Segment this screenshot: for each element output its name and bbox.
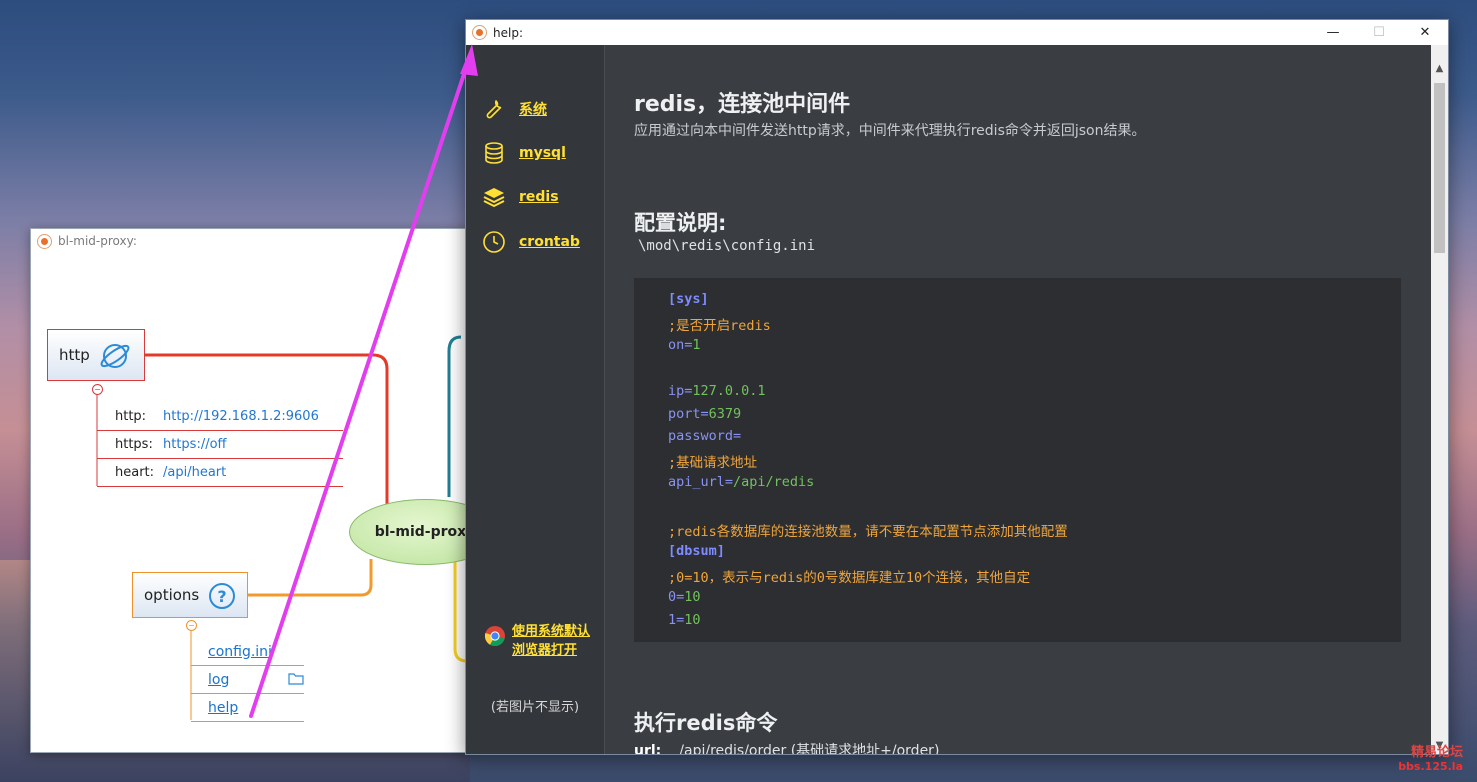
mindmap-window[interactable]: bl-mid-proxy: http − http: http://192.16… <box>30 228 472 753</box>
help-circle-icon: ? <box>209 583 235 609</box>
code-key: 0= <box>668 588 685 605</box>
http-node-label: http <box>59 346 90 364</box>
http-row-value: http://192.168.1.2:9606 <box>163 408 319 424</box>
scroll-up-arrow[interactable]: ▲ <box>1431 60 1448 77</box>
options-node[interactable]: options ? <box>132 572 248 618</box>
layers-icon <box>483 188 505 208</box>
url-label: url: <box>634 743 662 754</box>
app-icon <box>472 25 487 40</box>
code-line-comment: ;0=10，表示与redis的0号数据库建立10个连接，其他自定 <box>668 569 1031 586</box>
code-line-kv: password= <box>668 428 741 444</box>
http-row-key: http: <box>115 408 147 424</box>
watermark-line1: 精易论坛 <box>1410 745 1463 760</box>
svg-text:?: ? <box>217 587 226 606</box>
code-line-kv: api_url=/api/redis <box>668 474 814 490</box>
nav-label-crontab[interactable]: crontab <box>519 234 580 250</box>
https-row-key: https: <box>115 436 153 452</box>
open-in-browser-line2: 浏览器打开 <box>512 643 578 658</box>
options-collapse-toggle[interactable]: − <box>186 620 197 631</box>
image-note: (若图片不显示) <box>490 700 580 715</box>
code-key: api_url= <box>668 474 734 491</box>
page-title: redis，连接池中间件 <box>634 92 851 117</box>
nav-item-system[interactable]: 系统 <box>482 97 547 121</box>
nav-item-redis[interactable]: redis <box>482 185 559 209</box>
nav-item-crontab[interactable]: crontab <box>482 230 580 254</box>
nav-label-mysql[interactable]: mysql <box>519 145 566 161</box>
help-content: redis，连接池中间件 应用通过向本中间件发送http请求，中间件来代理执行r… <box>605 45 1431 754</box>
nav-item-mysql[interactable]: mysql <box>482 141 566 165</box>
page-description: 应用通过向本中间件发送http请求，中间件来代理执行redis命令并返回json… <box>634 123 1146 139</box>
code-key: port= <box>668 405 709 422</box>
code-value: 10 <box>684 588 701 605</box>
help-window[interactable]: help: — ☐ ✕ 系统 mysql redis crontab 使用系统默… <box>465 19 1449 755</box>
planet-icon <box>100 344 130 368</box>
wrench-icon <box>486 100 502 119</box>
http-collapse-toggle[interactable]: − <box>92 384 103 395</box>
code-line-kv: 1=10 <box>668 612 701 628</box>
close-button[interactable]: ✕ <box>1402 20 1448 45</box>
folder-icon[interactable] <box>288 672 304 685</box>
http-node[interactable]: http <box>47 329 145 381</box>
code-line-comment: ;是否开启redis <box>668 317 771 334</box>
help-titlebar[interactable]: help: — ☐ ✕ <box>466 20 1448 45</box>
code-value: /api/redis <box>733 474 815 491</box>
help-sidebar: 系统 mysql redis crontab 使用系统默认 浏览器打开 (若图片… <box>466 45 605 754</box>
url-value: /api/redis/order (基础请求地址+/order) <box>679 743 940 754</box>
code-key: on= <box>668 336 693 353</box>
nav-label-system[interactable]: 系统 <box>519 99 547 119</box>
help-window-title: help: <box>493 25 523 40</box>
http-row: http: http://192.168.1.2:9606 <box>97 402 343 431</box>
heart-row: heart: /api/heart <box>97 458 343 487</box>
database-icon <box>485 142 503 164</box>
watermark: 精易论坛 bbs.125.la <box>1398 746 1463 774</box>
config-path: \mod\redis\config.ini <box>638 238 816 254</box>
log-link-row: log <box>191 666 304 694</box>
nav-label-redis[interactable]: redis <box>519 189 559 205</box>
code-value: 10 <box>684 611 701 628</box>
url-line: url: /api/redis/order (基础请求地址+/order) <box>634 740 939 754</box>
vertical-scrollbar[interactable]: ▲ ▼ <box>1431 45 1448 754</box>
code-line-section: [sys] <box>668 291 709 307</box>
https-row: https: https://off <box>97 430 343 459</box>
code-value: 127.0.0.1 <box>692 382 766 399</box>
config-code-block: [sys] ;是否开启redis on=1 ip=127.0.0.1 port=6379… <box>634 278 1401 642</box>
scrollbar-thumb[interactable] <box>1434 83 1445 253</box>
heart-row-key: heart: <box>115 464 155 480</box>
code-key: 1= <box>668 611 685 628</box>
exec-heading: 执行redis命令 <box>634 711 778 735</box>
clock-icon <box>483 231 505 253</box>
code-key: password= <box>668 428 742 445</box>
open-in-browser-button[interactable]: 使用系统默认 浏览器打开 <box>484 622 590 660</box>
code-value: 6379 <box>708 405 742 422</box>
center-node-label: bl-mid-proxy <box>374 524 472 540</box>
code-line-kv: on=1 <box>668 337 701 353</box>
minimize-button[interactable]: — <box>1310 20 1356 45</box>
chrome-icon <box>484 626 505 647</box>
help-link[interactable]: help <box>208 700 238 716</box>
code-value: 1 <box>692 336 701 353</box>
code-line-kv: ip=127.0.0.1 <box>668 383 766 399</box>
open-in-browser-line1: 使用系统默认 <box>512 624 591 639</box>
code-key: ip= <box>668 382 693 399</box>
config-link-row: config.ini <box>191 638 304 666</box>
heart-row-value: /api/heart <box>163 464 227 480</box>
code-line-section: [dbsum] <box>668 542 725 559</box>
options-node-label: options <box>144 586 200 604</box>
maximize-button[interactable]: ☐ <box>1356 20 1402 45</box>
https-row-value: https://off <box>163 436 227 452</box>
code-line-kv: 0=10 <box>668 589 701 605</box>
code-line-comment: ;redis各数据库的连接池数量，请不要在本配置节点添加其他配置 <box>668 524 1068 540</box>
config-ini-link[interactable]: config.ini <box>208 644 272 660</box>
code-line-kv: port=6379 <box>668 406 741 422</box>
config-heading: 配置说明: <box>634 211 727 235</box>
code-line-comment: ;基础请求地址 <box>668 455 758 472</box>
watermark-line2: bbs.125.la <box>1398 760 1463 773</box>
help-link-row: help <box>191 694 304 722</box>
open-in-browser-label[interactable]: 使用系统默认 浏览器打开 <box>512 622 590 660</box>
log-link[interactable]: log <box>208 672 229 688</box>
